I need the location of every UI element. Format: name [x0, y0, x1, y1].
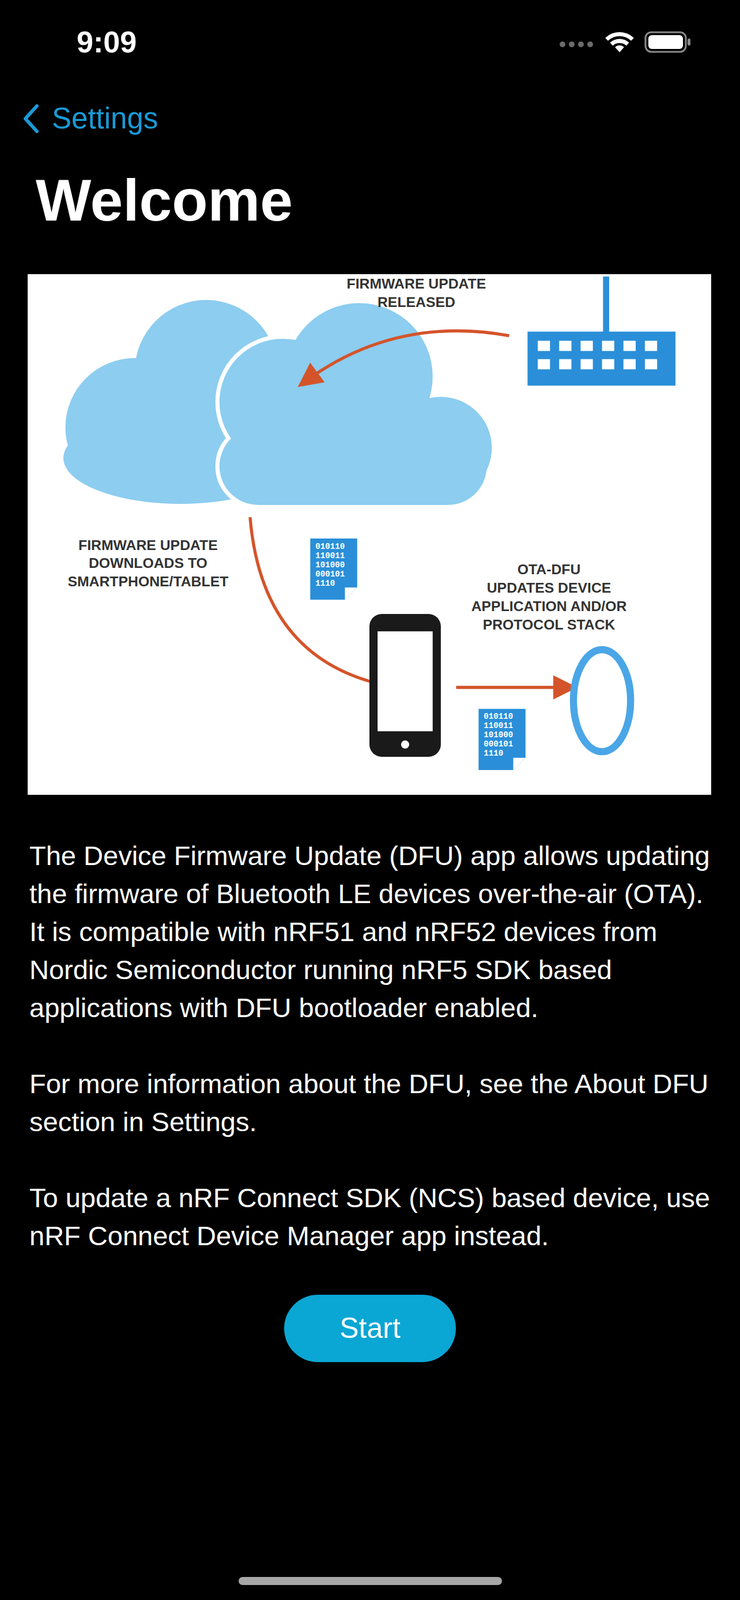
- start-button[interactable]: Start: [284, 1295, 456, 1364]
- description-paragraph: For more information about the DFU, see …: [29, 1065, 715, 1142]
- cloud-icon: [63, 300, 492, 506]
- svg-text:110011: 110011: [483, 721, 513, 731]
- download-label: FIRMWARE UPDATEDOWNLOADS TOSMARTPHONE/TA…: [67, 537, 229, 591]
- welcome-screen: 9:09 Settings Welcome FIRMWARE UPDATERELEAS…: [0, 0, 740, 1600]
- chevron-left-icon: [21, 103, 40, 134]
- page-title: Welcome: [0, 153, 740, 237]
- arrow-icon: [455, 686, 569, 690]
- svg-text:1110: 1110: [315, 579, 335, 589]
- home-indicator: [238, 1577, 502, 1587]
- battery-icon: [644, 30, 692, 54]
- svg-text:101000: 101000: [315, 560, 345, 570]
- back-button[interactable]: Settings: [21, 96, 158, 142]
- status-bar: 9:09: [0, 0, 740, 85]
- binary-file-icon: 0101101100111010000001011110: [478, 709, 526, 771]
- svg-text:010110: 010110: [315, 542, 345, 552]
- description: The Device Firmware Update (DFU) app all…: [0, 837, 740, 1256]
- description-paragraph: To update a nRF Connect SDK (NCS) based …: [29, 1179, 715, 1256]
- dfu-illustration: FIRMWARE UPDATERELEASED FIRMWARE UPDATEDO…: [27, 274, 712, 796]
- signal-icon: [559, 36, 595, 48]
- status-time: 9:09: [76, 19, 137, 65]
- nav-bar: Settings: [0, 84, 740, 154]
- svg-text:000101: 000101: [315, 569, 345, 580]
- svg-text:010110: 010110: [483, 712, 513, 722]
- phone-icon: [369, 614, 441, 758]
- svg-text:101000: 101000: [483, 730, 513, 740]
- svg-text:1110: 1110: [483, 749, 504, 759]
- factory-icon: [527, 276, 676, 386]
- binary-file-icon: 0101101100111010000001011110: [310, 538, 357, 600]
- ota-label: OTA-DFUUPDATES DEVICEAPPLICATION AND/ORP…: [471, 561, 628, 633]
- arrow-icon: [304, 330, 509, 382]
- released-label: FIRMWARE UPDATERELEASED: [346, 276, 487, 311]
- svg-text:000101: 000101: [483, 740, 513, 750]
- description-paragraph: The Device Firmware Update (DFU) app all…: [29, 837, 715, 1028]
- band-icon: [573, 650, 631, 753]
- wifi-icon: [603, 30, 636, 54]
- svg-text:110011: 110011: [315, 551, 345, 561]
